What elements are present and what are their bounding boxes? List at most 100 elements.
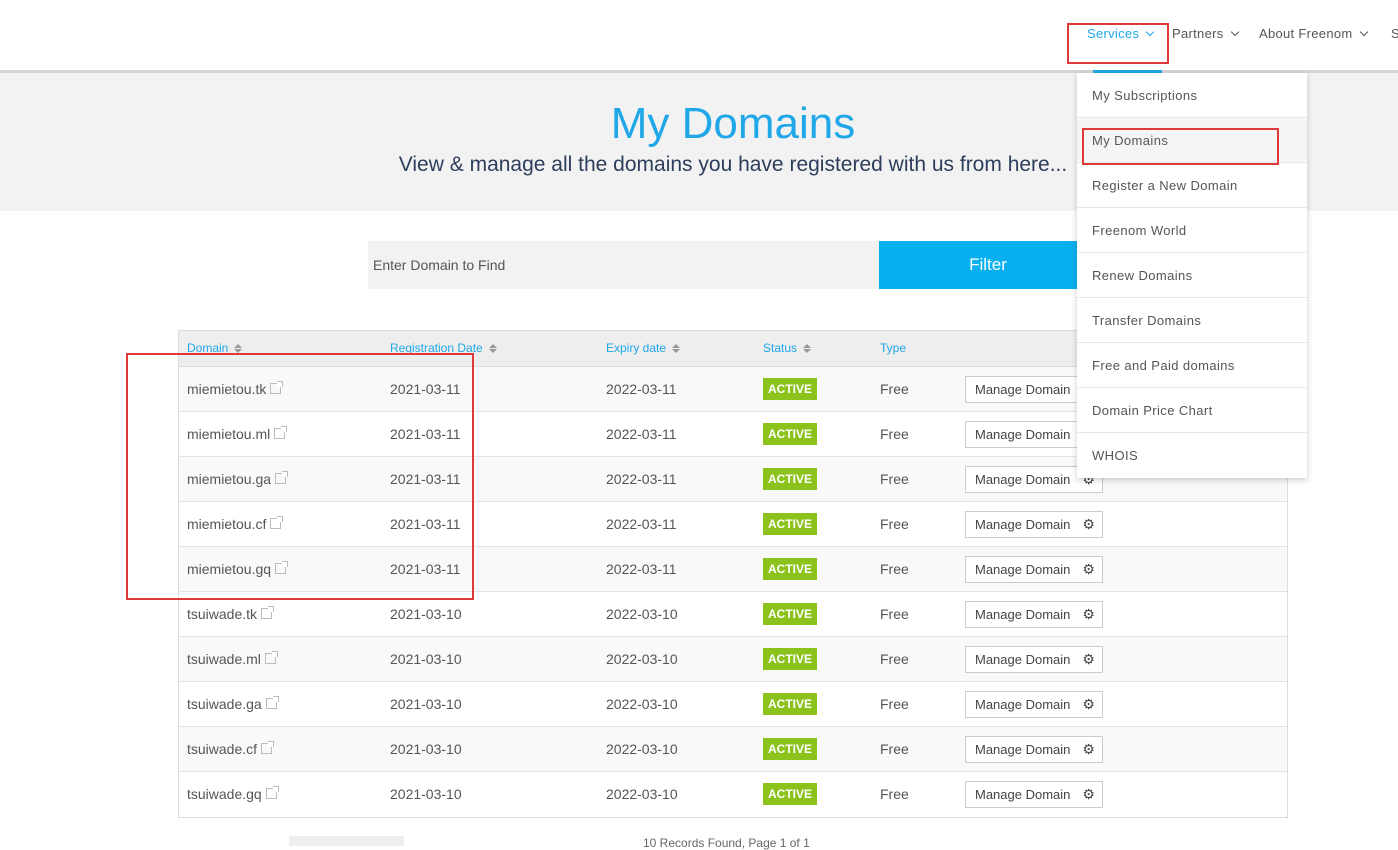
domain-type: Free bbox=[880, 561, 909, 577]
registration-date: 2021-03-10 bbox=[390, 696, 462, 712]
menu-item-free-and-paid-domains[interactable]: Free and Paid domains bbox=[1077, 343, 1307, 388]
manage-domain-label: Manage Domain bbox=[975, 607, 1071, 622]
column-header-status[interactable]: Status bbox=[763, 341, 812, 355]
manage-domain-button[interactable]: Manage Domain ⚙ bbox=[965, 601, 1103, 628]
manage-domain-button[interactable]: Manage Domain ⚙ bbox=[965, 691, 1103, 718]
manage-domain-button[interactable]: Manage Domain ⚙ bbox=[965, 556, 1103, 583]
domain-name[interactable]: tsuiwade.gq bbox=[187, 786, 262, 802]
domain-cell[interactable]: tsuiwade.tk bbox=[187, 606, 275, 622]
domain-name[interactable]: tsuiwade.cf bbox=[187, 741, 257, 757]
manage-domain-label: Manage Domain bbox=[975, 382, 1071, 397]
domain-cell[interactable]: miemietou.gq bbox=[187, 561, 289, 577]
domain-cell[interactable]: miemietou.ga bbox=[187, 471, 289, 487]
chevron-down-icon bbox=[1230, 27, 1239, 36]
domain-type: Free bbox=[880, 786, 909, 802]
expiry-date: 2022-03-11 bbox=[606, 381, 677, 397]
column-header-expiry-date[interactable]: Expiry date bbox=[606, 341, 681, 355]
chevron-down-icon bbox=[1146, 27, 1155, 36]
sort-icon bbox=[488, 343, 497, 353]
menu-item-domain-price-chart[interactable]: Domain Price Chart bbox=[1077, 388, 1307, 433]
records-per-page-select[interactable] bbox=[289, 836, 404, 846]
expiry-date: 2022-03-11 bbox=[606, 426, 677, 442]
gear-icon: ⚙ bbox=[1082, 786, 1095, 802]
domain-type: Free bbox=[880, 741, 909, 757]
manage-domain-button[interactable]: Manage Domain ⚙ bbox=[965, 736, 1103, 763]
table-row: miemietou.cf 2021-03-11 2022-03-11 ACTIV… bbox=[179, 502, 1287, 547]
table-row: tsuiwade.cf 2021-03-10 2022-03-10 ACTIVE… bbox=[179, 727, 1287, 772]
menu-item-renew-domains[interactable]: Renew Domains bbox=[1077, 253, 1307, 298]
menu-item-transfer-domains[interactable]: Transfer Domains bbox=[1077, 298, 1307, 343]
services-dropdown-menu: My Subscriptions My Domains Register a N… bbox=[1077, 73, 1307, 478]
external-link-icon[interactable] bbox=[274, 426, 288, 439]
table-row: miemietou.gq 2021-03-11 2022-03-11 ACTIV… bbox=[179, 547, 1287, 592]
gear-icon: ⚙ bbox=[1082, 696, 1095, 712]
domain-name[interactable]: miemietou.cf bbox=[187, 516, 266, 532]
menu-item-my-domains[interactable]: My Domains bbox=[1077, 118, 1307, 163]
menu-item-whois[interactable]: WHOIS bbox=[1077, 433, 1307, 478]
menu-item-register-new-domain[interactable]: Register a New Domain bbox=[1077, 163, 1307, 208]
status-badge: ACTIVE bbox=[763, 558, 817, 580]
expiry-date: 2022-03-10 bbox=[606, 786, 678, 802]
menu-item-my-subscriptions[interactable]: My Subscriptions bbox=[1077, 73, 1307, 118]
domain-cell[interactable]: miemietou.ml bbox=[187, 426, 288, 442]
nav-partners-label: Partners bbox=[1172, 26, 1224, 41]
table-row: tsuiwade.ml 2021-03-10 2022-03-10 ACTIVE… bbox=[179, 637, 1287, 682]
status-badge: ACTIVE bbox=[763, 423, 817, 445]
external-link-icon[interactable] bbox=[270, 381, 284, 394]
domain-cell[interactable]: tsuiwade.cf bbox=[187, 741, 275, 757]
domain-name[interactable]: tsuiwade.tk bbox=[187, 606, 257, 622]
manage-domain-label: Manage Domain bbox=[975, 697, 1071, 712]
external-link-icon[interactable] bbox=[264, 651, 278, 664]
manage-domain-button[interactable]: Manage Domain ⚙ bbox=[965, 646, 1103, 673]
external-link-icon[interactable] bbox=[265, 696, 279, 709]
status-badge: ACTIVE bbox=[763, 648, 817, 670]
table-row: tsuiwade.ga 2021-03-10 2022-03-10 ACTIVE… bbox=[179, 682, 1287, 727]
domain-type: Free bbox=[880, 651, 909, 667]
manage-domain-button[interactable]: Manage Domain ⚙ bbox=[965, 511, 1103, 538]
nav-more[interactable]: S bbox=[1391, 26, 1398, 41]
domain-type: Free bbox=[880, 516, 909, 532]
domain-type: Free bbox=[880, 426, 909, 442]
gear-icon: ⚙ bbox=[1082, 741, 1095, 757]
expiry-date: 2022-03-11 bbox=[606, 471, 677, 487]
domain-name[interactable]: miemietou.ga bbox=[187, 471, 271, 487]
top-navigation: Services Partners About Freenom S bbox=[0, 0, 1398, 70]
status-badge: ACTIVE bbox=[763, 468, 817, 490]
domain-cell[interactable]: tsuiwade.ml bbox=[187, 651, 278, 667]
domain-name[interactable]: miemietou.gq bbox=[187, 561, 271, 577]
nav-about-label: About Freenom bbox=[1259, 26, 1353, 41]
external-link-icon[interactable] bbox=[261, 741, 275, 754]
nav-more-label: S bbox=[1391, 26, 1398, 41]
sort-icon bbox=[803, 343, 812, 353]
filter-button[interactable]: Filter bbox=[879, 241, 1097, 289]
domain-type: Free bbox=[880, 381, 909, 397]
nav-about[interactable]: About Freenom bbox=[1259, 26, 1368, 41]
sort-icon bbox=[672, 343, 681, 353]
external-link-icon[interactable] bbox=[275, 561, 289, 574]
column-header-registration-date[interactable]: Registration Date bbox=[390, 341, 497, 355]
domain-search-input[interactable] bbox=[368, 241, 879, 289]
nav-services[interactable]: Services bbox=[1087, 26, 1155, 41]
domain-cell[interactable]: miemietou.cf bbox=[187, 516, 284, 532]
menu-item-freenom-world[interactable]: Freenom World bbox=[1077, 208, 1307, 253]
domain-name[interactable]: miemietou.ml bbox=[187, 426, 270, 442]
expiry-date: 2022-03-11 bbox=[606, 561, 677, 577]
domain-cell[interactable]: miemietou.tk bbox=[187, 381, 284, 397]
column-header-domain[interactable]: Domain bbox=[187, 341, 243, 355]
registration-date: 2021-03-11 bbox=[390, 426, 461, 442]
domain-cell[interactable]: tsuiwade.gq bbox=[187, 786, 279, 802]
nav-partners[interactable]: Partners bbox=[1172, 26, 1239, 41]
external-link-icon[interactable] bbox=[275, 471, 289, 484]
domain-name[interactable]: miemietou.tk bbox=[187, 381, 266, 397]
manage-domain-button[interactable]: Manage Domain ⚙ bbox=[965, 781, 1103, 808]
registration-date: 2021-03-10 bbox=[390, 606, 462, 622]
domain-name[interactable]: tsuiwade.ml bbox=[187, 651, 261, 667]
status-badge: ACTIVE bbox=[763, 513, 817, 535]
external-link-icon[interactable] bbox=[265, 786, 279, 799]
domain-name[interactable]: tsuiwade.ga bbox=[187, 696, 262, 712]
expiry-date: 2022-03-10 bbox=[606, 696, 678, 712]
column-header-label: Expiry date bbox=[606, 341, 667, 355]
external-link-icon[interactable] bbox=[261, 606, 275, 619]
external-link-icon[interactable] bbox=[270, 516, 284, 529]
domain-cell[interactable]: tsuiwade.ga bbox=[187, 696, 279, 712]
